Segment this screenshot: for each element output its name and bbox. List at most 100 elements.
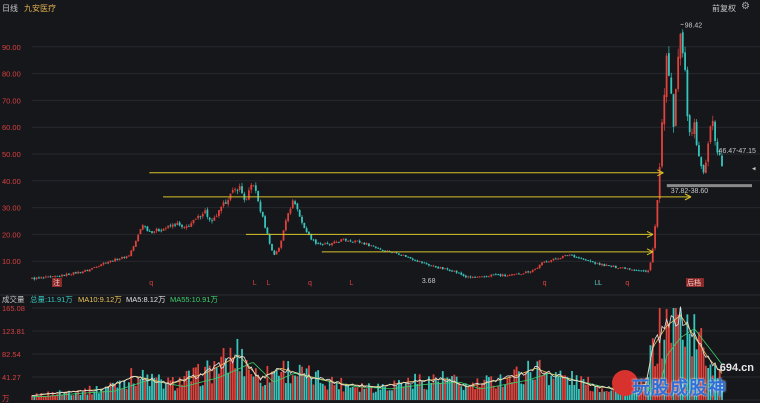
candle-body (418, 261, 421, 263)
candle-body (548, 261, 550, 263)
candle-body (425, 263, 428, 265)
watermark-url: 694.cn (719, 362, 754, 374)
candle-body (181, 224, 183, 227)
candle-body (245, 198, 248, 200)
volume-bar (123, 381, 126, 400)
candle-body (167, 225, 170, 228)
candle-body (266, 227, 269, 234)
candle-body (638, 270, 640, 272)
y-tick-label: 70.00 (2, 96, 21, 105)
volume-bar (499, 374, 502, 400)
volume-bar (474, 389, 476, 400)
volume-bar (462, 389, 465, 400)
candle-body (698, 145, 700, 157)
candle-body (31, 277, 33, 279)
candle-body (541, 262, 543, 266)
candle-body (446, 268, 449, 270)
volume-bar (132, 383, 135, 400)
candle-body (146, 226, 149, 232)
candle-body (508, 275, 511, 276)
volume-bar (338, 389, 340, 400)
candle-body (621, 267, 624, 269)
candle-body (467, 276, 470, 278)
candle-body (141, 225, 144, 230)
volume-bar (324, 385, 326, 400)
settings-icon[interactable]: ⚙ (741, 1, 750, 12)
candle-body (162, 229, 165, 231)
candle-body (236, 189, 239, 191)
candle-body (561, 256, 564, 259)
candle-body (554, 258, 557, 260)
volume-bar (70, 395, 73, 400)
candle-body (35, 277, 38, 279)
volume-bar (282, 360, 285, 400)
candle-body (227, 200, 230, 205)
candle-body (511, 274, 513, 276)
volume-bar (441, 371, 444, 400)
candle-body (109, 260, 112, 263)
candle-body (644, 270, 647, 272)
period-label[interactable]: 日线 (2, 3, 18, 14)
candle-body (642, 270, 645, 272)
candle-body (144, 225, 146, 227)
candle-body (591, 261, 594, 263)
volume-bar (312, 384, 315, 400)
candle-body (633, 269, 636, 271)
volume-bar (566, 376, 569, 400)
candle-body (668, 53, 670, 76)
adjust-mode[interactable]: 前复权 (712, 3, 736, 14)
candle-body (134, 240, 137, 247)
candle-body (522, 273, 525, 275)
candle-body (631, 269, 633, 271)
candle-body (494, 274, 497, 276)
candle-body (714, 121, 716, 142)
volume-bar (347, 384, 350, 400)
badge-2: 后档 (687, 278, 701, 287)
candle-body (515, 273, 518, 275)
candle-body (575, 257, 578, 258)
y-tick-label: 90.00 (2, 43, 21, 52)
candle-body (721, 155, 723, 166)
volume-bar (453, 374, 456, 400)
volume-bar (201, 385, 204, 400)
volume-bar (305, 368, 308, 400)
volume-bar (391, 390, 393, 400)
volume-bar (520, 383, 523, 400)
volume-bar (568, 384, 571, 400)
candle-body (395, 252, 398, 254)
candle-body (188, 225, 190, 227)
candle-body (640, 270, 643, 272)
stock-name: 九安医疗 (24, 4, 56, 13)
volume-bar (501, 386, 504, 400)
candle-body (218, 210, 220, 216)
volume-bar (252, 376, 255, 400)
candle-body (649, 262, 652, 271)
volume-bar (234, 368, 236, 400)
volume-bar (308, 365, 310, 400)
candle-body (596, 262, 599, 264)
candle-body (663, 94, 666, 125)
candle-body (587, 260, 590, 262)
candle-body (326, 243, 329, 245)
volume-bar (573, 384, 576, 400)
chart-header: 日线 九安医疗 前复权 ⚙ (0, 0, 760, 15)
volume-bar (164, 382, 167, 400)
candle-body (651, 248, 654, 263)
candle-body (77, 271, 80, 274)
candle-body (86, 270, 89, 272)
candle-body (661, 122, 663, 167)
candle-body (298, 210, 301, 217)
candle-body (584, 259, 587, 261)
volume-bar (575, 375, 578, 400)
volume-bar (317, 370, 320, 400)
candle-body (358, 240, 361, 243)
candle-body (342, 238, 345, 240)
candle-body (688, 115, 691, 133)
candle-body (153, 231, 156, 233)
volume-bar (370, 387, 373, 400)
volume-bar (44, 396, 47, 400)
candle-body (490, 274, 493, 277)
support-band (666, 184, 752, 188)
candle-body (485, 276, 488, 278)
candle-body (647, 270, 650, 273)
